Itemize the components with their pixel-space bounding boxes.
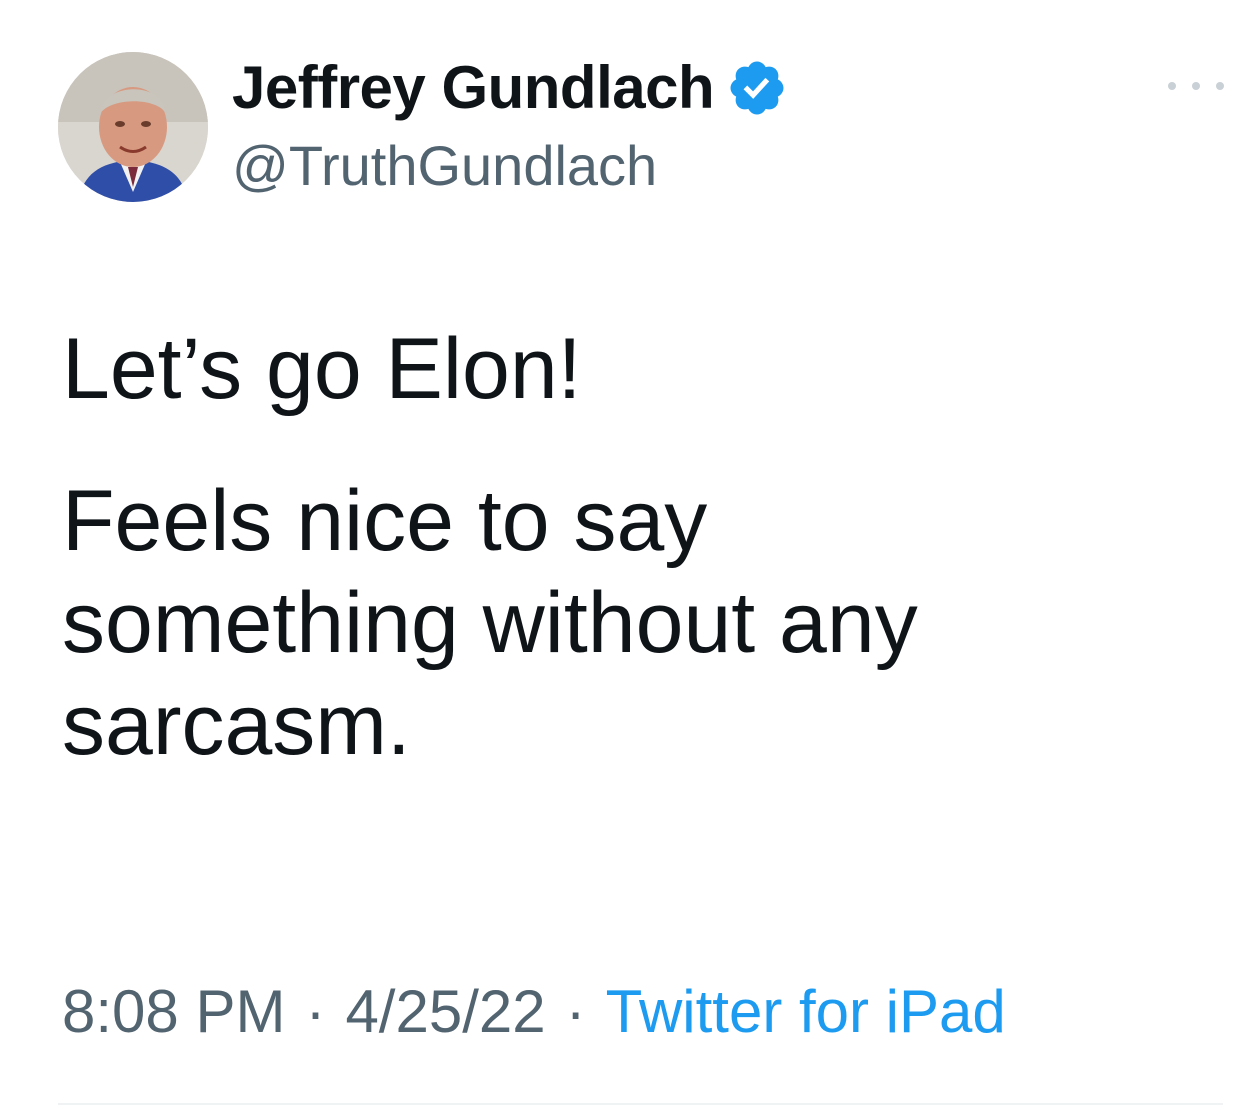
verified-badge-icon — [726, 57, 788, 119]
more-dot — [1168, 82, 1176, 90]
more-options-icon[interactable] — [1168, 72, 1224, 100]
display-name-row: Jeffrey Gundlach — [232, 52, 788, 124]
author-handle[interactable]: @TruthGundlach — [232, 138, 657, 194]
tweet-text-line1: Let’s go Elon! — [62, 321, 582, 417]
more-dot — [1192, 82, 1200, 90]
meta-separator: · — [305, 978, 326, 1045]
tweet-time[interactable]: 8:08 PM — [62, 978, 285, 1045]
avatar[interactable] — [58, 52, 208, 202]
tweet-card: Jeffrey Gundlach @TruthGundlach Let’s go… — [0, 0, 1255, 1110]
meta-separator: · — [565, 978, 586, 1045]
tweet-date[interactable]: 4/25/22 — [345, 978, 545, 1045]
avatar-photo — [58, 52, 208, 202]
tweet-source-link[interactable]: Twitter for iPad — [606, 978, 1006, 1045]
tweet-metadata: 8:08 PM · 4/25/22 · Twitter for iPad — [62, 982, 1006, 1042]
display-name[interactable]: Jeffrey Gundlach — [232, 58, 715, 118]
tweet-text: Let’s go Elon! Feels nice to say somethi… — [62, 318, 1232, 776]
more-dot — [1216, 82, 1224, 90]
tweet-text-line2: Feels nice to say something without any … — [62, 473, 918, 773]
divider — [58, 1103, 1223, 1105]
